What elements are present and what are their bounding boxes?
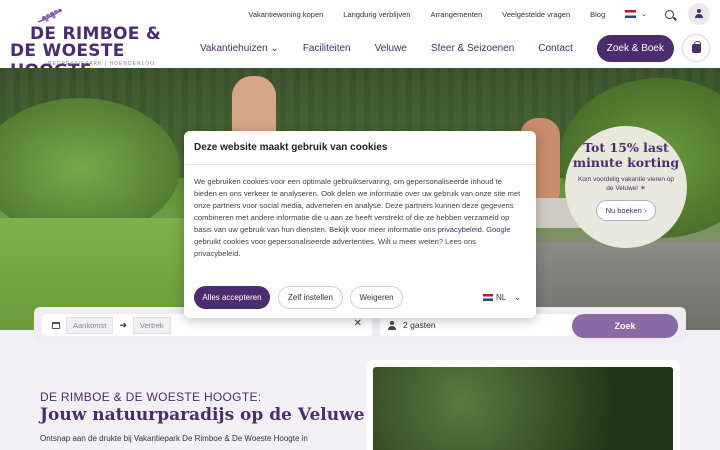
flag-nl-icon bbox=[483, 294, 493, 301]
google-link[interactable]: Google bbox=[486, 225, 511, 234]
cookie-dialog-text: We gebruiken cookies voor een optimale g… bbox=[194, 176, 524, 260]
accept-all-button[interactable]: Alles accepteren bbox=[194, 286, 270, 309]
cookie-text-part: gebruikt cookies voor gepersonaliseerde … bbox=[194, 237, 476, 258]
language-select[interactable]: NL ⌄ bbox=[483, 293, 521, 302]
divider bbox=[184, 164, 536, 165]
customize-button[interactable]: Zelf instellen bbox=[278, 286, 343, 309]
deny-button[interactable]: Weigeren bbox=[350, 286, 403, 309]
language-value: NL bbox=[496, 293, 507, 302]
chevron-down-icon: ⌄ bbox=[514, 293, 521, 302]
cookie-consent-dialog: Deze website maakt gebruik van cookies W… bbox=[184, 131, 536, 318]
cookie-dialog-title: Deze website maakt gebruik van cookies bbox=[194, 142, 388, 153]
privacy-policy-link[interactable]: privacybeleid bbox=[438, 225, 482, 234]
